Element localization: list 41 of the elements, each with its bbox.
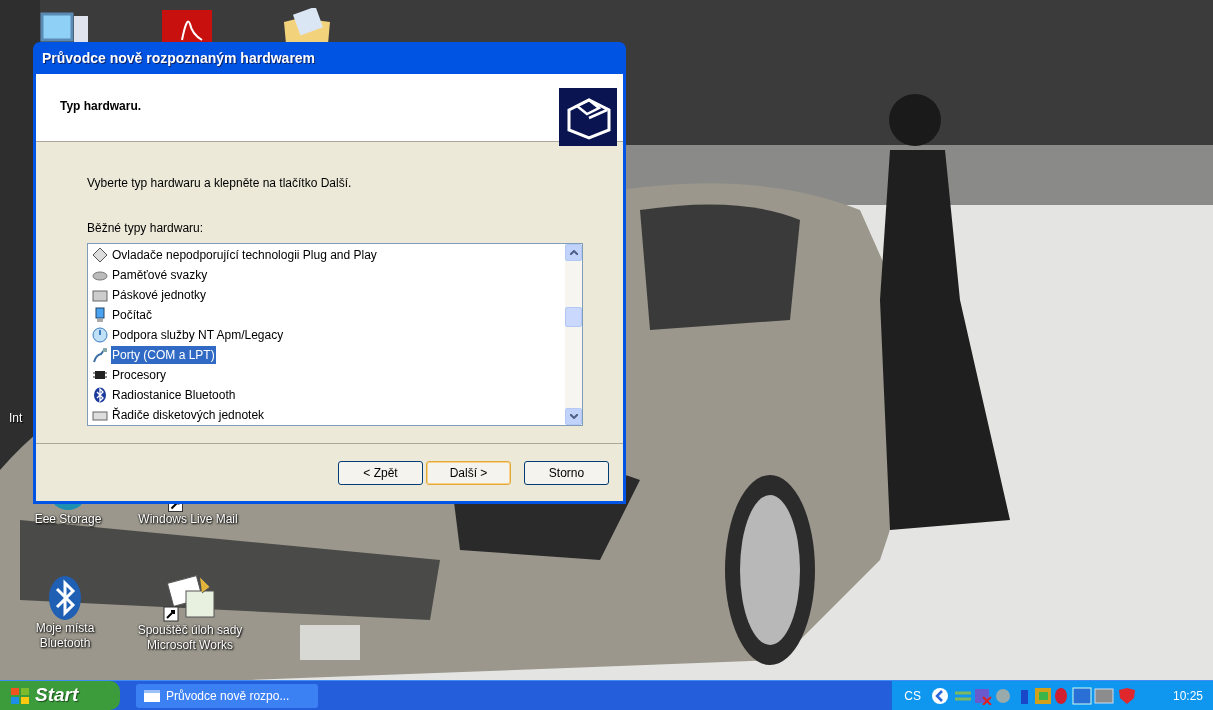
- icon-label: Spouštěč úloh sady Microsoft Works: [136, 623, 244, 653]
- list-item[interactable]: Paměťové svazky: [111, 266, 209, 284]
- pdf-icon: [162, 10, 212, 44]
- icon-label: Eee Storage: [34, 512, 102, 527]
- window-icon: [144, 689, 160, 702]
- list-item[interactable]: Počítač: [111, 306, 154, 324]
- power-icon: [92, 327, 108, 343]
- bluetooth-icon: [47, 575, 83, 621]
- list-item[interactable]: Procesory: [111, 366, 168, 384]
- scroll-down-button[interactable]: [565, 408, 582, 425]
- diamond-icon: [92, 247, 108, 263]
- step-heading: Typ hardwaru.: [60, 98, 142, 115]
- clock: 10:25: [1172, 687, 1203, 705]
- bluetooth-icon: [92, 387, 108, 403]
- list-item[interactable]: Ovladače nepodporující technologii Plug and Play: [111, 246, 378, 264]
- computer-icon: [92, 307, 108, 323]
- scrollbar[interactable]: [565, 244, 582, 425]
- list-item[interactable]: Řadiče disketových jednotek: [111, 406, 266, 424]
- list-label: Běžné typy hardwaru:: [87, 220, 205, 237]
- icon-label: Int: [9, 410, 23, 427]
- list-item[interactable]: Podpora služby NT Apm/Legacy: [111, 326, 285, 344]
- scroll-thumb[interactable]: [565, 307, 582, 327]
- wizard-button[interactable]: Další >: [426, 460, 511, 485]
- list-item[interactable]: Radiostanice Bluetooth: [111, 386, 237, 404]
- folder-icon: [282, 8, 332, 44]
- taskbar-button[interactable]: Průvodce nově rozpo...: [136, 683, 318, 708]
- icon-label: Moje místa Bluetooth: [34, 621, 96, 651]
- works-icon: [162, 573, 218, 623]
- wizard-button[interactable]: Storno: [524, 460, 609, 485]
- window-title: Průvodce nově rozpoznaným hardwarem: [42, 48, 316, 68]
- list-item[interactable]: Páskové jednotky: [111, 286, 208, 304]
- windows-logo-icon: [10, 686, 30, 705]
- tape-drive-icon: [92, 287, 108, 303]
- list-item[interactable]: Porty (COM a LPT): [111, 346, 216, 364]
- instruction-text: Vyberte typ hardwaru a klepněte na tlačítko Další.: [87, 175, 353, 192]
- icon-label: Windows Live Mail: [138, 512, 238, 527]
- scroll-up-button[interactable]: [565, 244, 582, 261]
- chevron-left-icon[interactable]: [930, 686, 949, 705]
- cable-icon: [92, 347, 108, 363]
- wizard-button[interactable]: < Zpět: [338, 460, 423, 485]
- computer-icon: [40, 10, 90, 44]
